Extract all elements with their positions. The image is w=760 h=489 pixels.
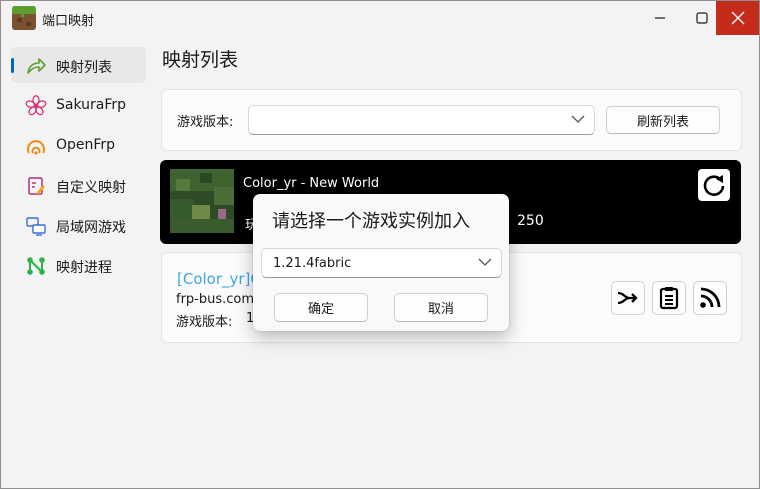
instance-select-dialog: 请选择一个游戏实例加入 1.21.4fabric 确定 取消 (253, 194, 509, 331)
join-button[interactable] (611, 281, 645, 315)
tunnel-address: frp-bus.com (176, 292, 255, 307)
world-refresh-button[interactable] (698, 169, 730, 201)
process-graph-icon (27, 257, 45, 275)
clipboard-icon (659, 287, 679, 310)
close-icon (731, 11, 744, 25)
sidebar-item-openfrp[interactable]: OpenFrp (11, 127, 146, 163)
refresh-icon (703, 175, 725, 196)
world-name: Color_yr - New World (243, 176, 380, 191)
sidebar-item-custom-mapping[interactable]: 自定义映射 (11, 167, 146, 203)
world-thumbnail (170, 169, 234, 233)
maximize-icon (696, 12, 708, 24)
instance-select-value: 1.21.4fabric (273, 256, 352, 271)
copy-address-button[interactable] (652, 281, 686, 315)
window-title: 端口映射 (42, 14, 95, 29)
sidebar-item-mapping-process[interactable]: 映射进程 (11, 247, 146, 283)
share-arrow-icon (27, 58, 46, 74)
sidebar-item-lan-game[interactable]: 局域网游戏 (11, 207, 146, 243)
page-title: 映射列表 (162, 49, 239, 71)
close-button[interactable] (716, 1, 759, 35)
tunnel-name[interactable]: [Color_yr]C (177, 270, 261, 288)
rss-icon (700, 287, 721, 308)
lan-computers-icon (26, 217, 46, 236)
sidebar-item-label: 自定义映射 (56, 180, 126, 196)
title-bar: 端口映射 (1, 1, 759, 35)
world-player-count: 250 (517, 213, 544, 229)
refresh-list-button[interactable]: 刷新列表 (606, 106, 720, 134)
sidebar-item-label: 映射列表 (56, 60, 112, 76)
sidebar-item-label: OpenFrp (56, 137, 116, 153)
game-version-label: 游戏版本: (177, 115, 234, 130)
active-indicator (11, 58, 14, 73)
chevron-down-icon (571, 115, 585, 123)
version-card: 游戏版本: 刷新列表 (161, 89, 742, 151)
sidebar-item-label: 映射进程 (56, 260, 112, 276)
instance-select[interactable]: 1.21.4fabric (261, 248, 502, 278)
custom-edit-icon (28, 177, 45, 195)
sidebar-item-label: 局域网游戏 (56, 220, 126, 236)
minimize-icon (655, 17, 665, 19)
sakura-flower-icon (25, 95, 47, 116)
confirm-button[interactable]: 确定 (274, 293, 368, 322)
cancel-button[interactable]: 取消 (394, 293, 488, 322)
sidebar-item-label: SakuraFrp (56, 97, 127, 113)
broadcast-button[interactable] (693, 281, 727, 315)
merge-arrow-icon (617, 291, 638, 305)
sidebar-item-mapping-list[interactable]: 映射列表 (11, 47, 146, 83)
tunnel-version-label: 游戏版本: (176, 315, 233, 330)
app-window: 端口映射 映射列表 SakuraFrp OpenFrp 自定义映射 局域网游戏 … (0, 0, 760, 489)
dialog-title: 请选择一个游戏实例加入 (272, 211, 470, 232)
grass-block-icon (12, 6, 36, 30)
chevron-down-icon (478, 258, 492, 266)
sidebar-item-sakurafrp[interactable]: SakuraFrp (11, 87, 146, 123)
game-version-select[interactable] (248, 105, 595, 135)
openfrp-logo-icon (27, 140, 45, 155)
minimize-button[interactable] (637, 1, 683, 35)
